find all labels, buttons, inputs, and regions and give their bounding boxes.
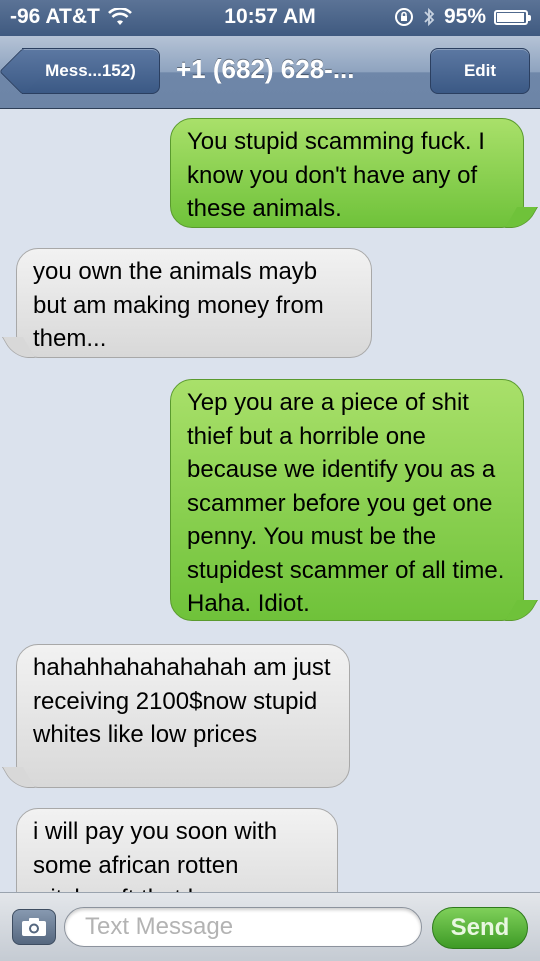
back-button[interactable]: Mess...152) [22, 48, 160, 94]
message-bubble-received: hahahhahahahahah am just receiving 2100$… [16, 644, 350, 788]
message-input[interactable]: Text Message [64, 907, 422, 947]
message-bubble-received: you own the animals mayb but am making m… [16, 248, 372, 358]
battery-percent: 95% [443, 5, 486, 28]
edit-button[interactable]: Edit [430, 48, 530, 94]
message-bubble-sent: You stupid scamming fuck. I know you don… [170, 118, 524, 228]
bluetooth-icon [424, 7, 435, 27]
conversation-title: +1 (682) 628-... [176, 54, 355, 84]
camera-icon [22, 918, 46, 936]
rotation-lock-icon [394, 8, 413, 26]
status-right: 95% [394, 5, 531, 29]
camera-button[interactable] [12, 909, 56, 945]
message-bubble-sent: Yep you are a piece of shit thief but a … [170, 379, 524, 621]
status-bar: -96 AT&T 10:57 AM 95% [0, 0, 540, 36]
navigation-bar: Mess...152) +1 (682) 628-... Edit [0, 36, 540, 109]
message-list[interactable]: You stupid scamming fuck. I know you don… [0, 108, 540, 892]
back-button-label: Mess...152) [45, 61, 136, 80]
battery-icon [494, 9, 531, 25]
compose-bar: Text Message Send [0, 892, 540, 961]
message-bubble-received: i will pay you soon with some african ro… [16, 808, 338, 892]
send-button[interactable]: Send [432, 907, 528, 949]
